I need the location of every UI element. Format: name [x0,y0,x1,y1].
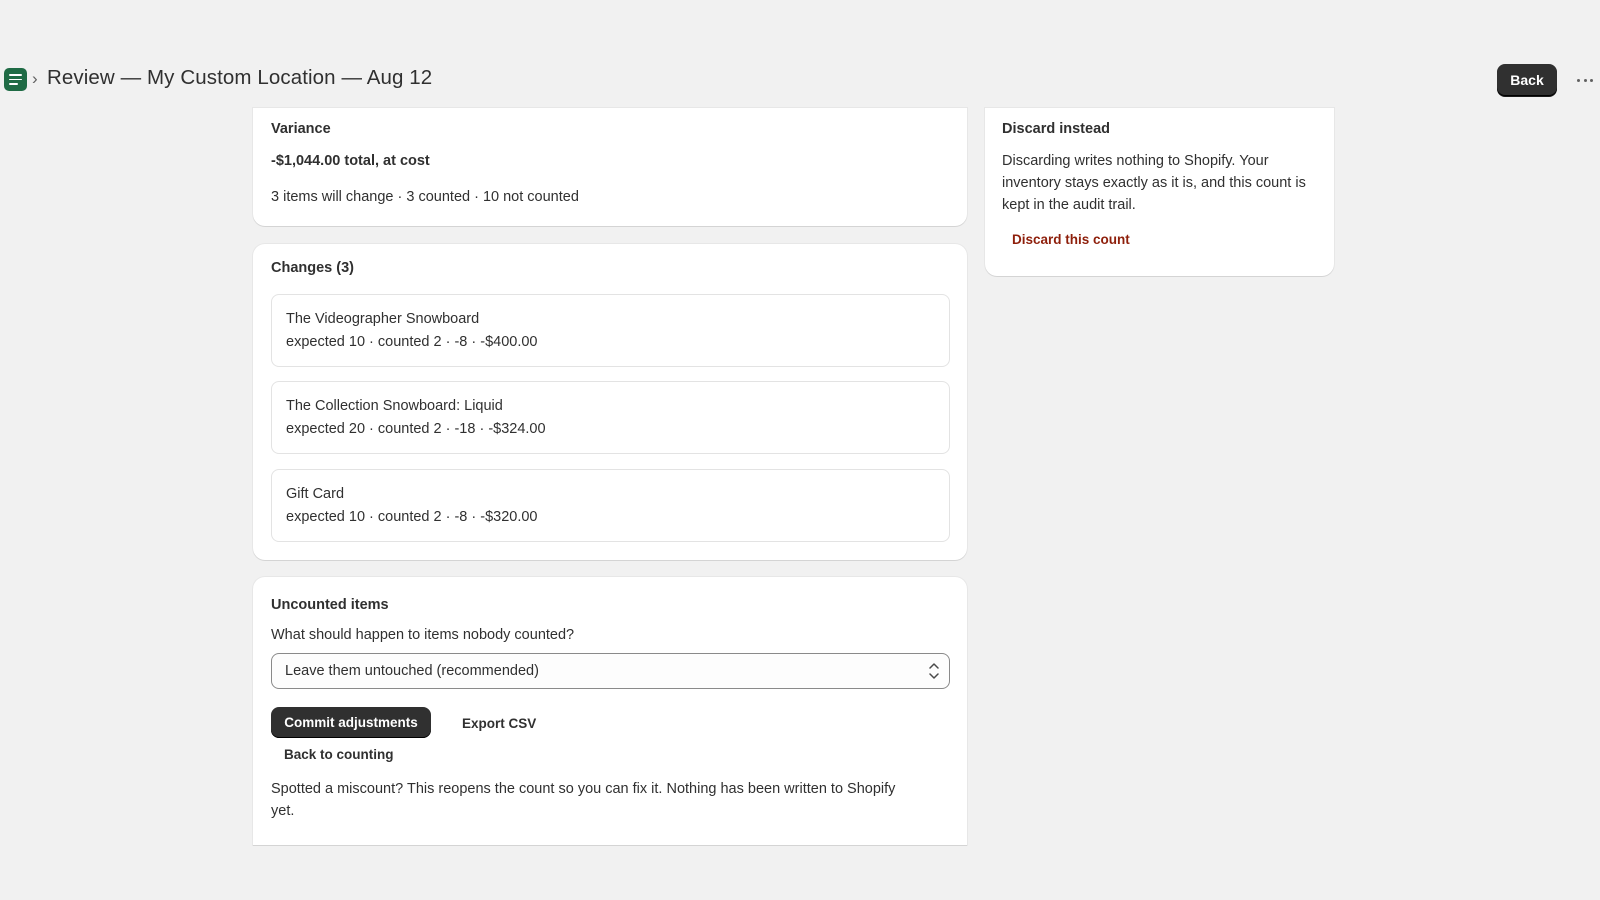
uncounted-card: Uncounted items What should happen to it… [253,577,967,845]
change-item-name: The Collection Snowboard: Liquid [286,398,503,414]
change-item-detail: expected 20 · counted 2 · -18 · -$324.00 [286,421,546,437]
discard-body: Discarding writes nothing to Shopify. Yo… [1002,153,1306,213]
variance-card: Variance -$1,044.00 total, at cost 3 ite… [253,108,967,226]
changes-card: Changes (3) The Videographer Snowboard e… [253,244,967,560]
change-item-detail: expected 10 · counted 2 · -8 · -$400.00 [286,334,538,350]
change-item: The Collection Snowboard: Liquid expecte… [271,381,950,454]
variance-heading: Variance [271,121,331,137]
chevron-right-icon: › [32,69,38,88]
change-item-detail: expected 10 · counted 2 · -8 · -$320.00 [286,509,538,525]
page-title: Review — My Custom Location — Aug 12 [47,66,433,89]
back-button[interactable]: Back [1497,64,1557,96]
changes-heading: Changes (3) [271,260,354,276]
page-header: › Review — My Custom Location — Aug 12 B… [0,56,1600,104]
export-csv-button[interactable]: Export CSV [449,709,549,737]
uncounted-note: Spotted a miscount? This reopens the cou… [271,781,896,819]
more-horizontal-icon[interactable] [1574,70,1596,90]
discard-heading: Discard instead [1002,121,1110,137]
uncounted-question: What should happen to items nobody count… [271,627,575,643]
variance-total: -$1,044.00 total, at cost [271,153,430,169]
discard-card: Discard instead Discarding writes nothin… [985,108,1334,276]
change-item: Gift Card expected 10 · counted 2 · -8 ·… [271,469,950,542]
variance-summary: 3 items will change · 3 counted · 10 not… [271,189,579,205]
discard-count-button[interactable]: Discard this count [999,226,1143,252]
back-to-counting-button[interactable]: Back to counting [271,740,407,768]
select-value: Leave them untouched (recommended) [285,663,539,679]
uncounted-action-select[interactable]: Leave them untouched (recommended) [271,653,950,689]
commit-adjustments-button[interactable]: Commit adjustments [271,707,431,738]
change-item: The Videographer Snowboard expected 10 ·… [271,294,950,367]
order-list-icon[interactable] [4,68,27,91]
select-chevron-icon [929,663,939,679]
uncounted-heading: Uncounted items [271,597,389,613]
change-item-name: Gift Card [286,486,345,502]
change-item-name: The Videographer Snowboard [286,311,480,327]
